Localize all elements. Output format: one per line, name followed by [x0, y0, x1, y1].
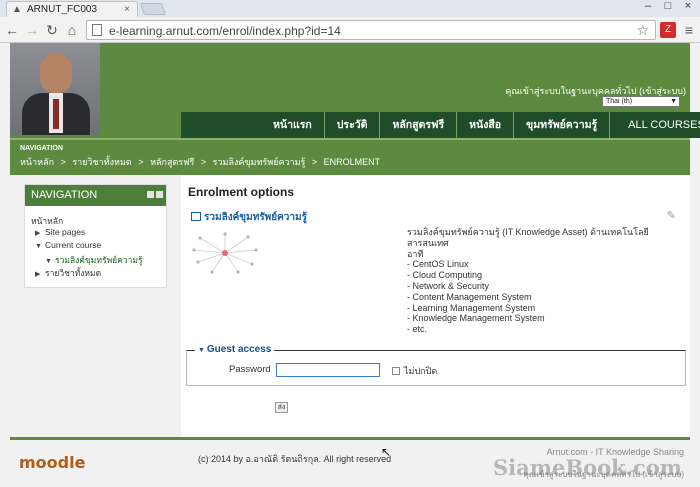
nav-item-site-pages[interactable]: ▶ Site pages: [31, 227, 166, 240]
menu-item-all-courses[interactable]: ALL COURSES: [610, 112, 700, 138]
course-summary: รวมลิงค์ขุมทรัพย์ความรู้ (IT Knowledge A…: [407, 227, 657, 335]
site-header: คุณเข้าสู่ระบบในฐานะบุคคลทั่วไป (เข้าสู่…: [10, 43, 700, 138]
browser-tab[interactable]: ▲ ARNUT_FC003 ×: [6, 1, 138, 17]
nav-item-course[interactable]: ▼ รวมลิงค์ขุมทรัพย์ความรู้: [31, 253, 166, 266]
nav-item-label: Site pages: [45, 227, 86, 237]
url-text[interactable]: e-learning.arnut.com/enrol/index.php?id=…: [109, 24, 341, 38]
breadcrumb-free-courses[interactable]: หลักสูตรฟรี: [150, 157, 194, 167]
collapse-icon: ▼: [198, 347, 207, 354]
new-tab-button[interactable]: [139, 3, 167, 15]
summary-line: - Content Management System: [407, 291, 532, 302]
password-label: Password: [229, 364, 271, 375]
language-value: Thai (th): [606, 98, 633, 105]
breadcrumb-current: ENROLMENT: [323, 157, 381, 167]
navigation-tree: หน้าหลัก ▶ Site pages ▼ Current course ▼ รว…: [25, 206, 166, 279]
watermark: SiameBook.com: [493, 455, 682, 480]
navbar: NAVIGATION หน้าหลัก > รายวิชาทั้งหมด > ห…: [10, 138, 690, 175]
menu-item-home[interactable]: หน้าแรก: [181, 112, 325, 138]
back-arrow-icon[interactable]: ←: [4, 22, 20, 38]
course-link[interactable]: รวมลิงค์ขุมทรัพย์ความรู้: [191, 210, 307, 225]
nav-item-label: รวมลิงค์ขุมทรัพย์ความรู้: [55, 255, 143, 265]
forward-arrow-icon[interactable]: →: [24, 22, 40, 38]
summary-line: - Knowledge Management System: [407, 313, 545, 324]
breadcrumb-course[interactable]: รวมลิงค์ขุมทรัพย์ความรู้: [213, 157, 306, 167]
nav-item-current-course[interactable]: ▼ Current course: [31, 240, 166, 253]
navigation-block-header: NAVIGATION: [25, 185, 166, 206]
reload-icon[interactable]: ↻: [44, 22, 60, 38]
expand-icon: ▶: [35, 271, 41, 278]
menu-item-books[interactable]: หนังสือ: [457, 112, 515, 138]
summary-line: อาที: [407, 248, 424, 259]
breadcrumb: หน้าหลัก > รายวิชาทั้งหมด > หลักสูตรฟรี …: [20, 155, 384, 169]
breadcrumb-separator: >: [311, 157, 318, 167]
summary-intro: รวมลิงค์ขุมทรัพย์ความรู้ (IT Knowledge A…: [407, 227, 649, 248]
breadcrumb-separator: >: [200, 157, 207, 167]
navigation-block: NAVIGATION หน้าหลัก ▶ Site pages ▼ Current…: [24, 184, 167, 288]
course-name: รวมลิงค์ขุมทรัพย์ความรู้: [204, 212, 308, 223]
browser-tabstrip: ▲ ARNUT_FC003 × – □ ×: [0, 0, 700, 17]
collapse-icon: ▼: [35, 243, 42, 250]
password-field[interactable]: [276, 363, 380, 377]
guest-access-label: Guest access: [206, 344, 272, 355]
extension-icon[interactable]: Z: [660, 22, 676, 38]
page-icon: [92, 24, 102, 36]
page-favicon-icon: ▲: [12, 3, 22, 15]
unmask-checkbox[interactable]: [392, 367, 400, 375]
collapse-icon: ▼: [45, 258, 52, 265]
collapse-block-icon[interactable]: [156, 191, 163, 198]
address-bar[interactable]: e-learning.arnut.com/enrol/index.php?id=…: [86, 20, 656, 40]
chevron-down-icon: ▼: [670, 98, 677, 105]
unmask-label: ไม่ปกปิด: [404, 366, 438, 376]
navigation-block-title: NAVIGATION: [31, 189, 98, 201]
menu-item-knowledge[interactable]: ขุมทรัพย์ความรู้: [514, 112, 611, 138]
main-menu: หน้าแรก ประวัติ หลักสูตรฟรี หนังสือ ขุมท…: [181, 112, 700, 138]
breadcrumb-separator: >: [138, 157, 144, 167]
close-window-icon[interactable]: ×: [676, 0, 700, 14]
guest-access-legend[interactable]: ▼ Guest access: [195, 344, 275, 355]
breadcrumb-all-courses[interactable]: รายวิชาทั้งหมด: [72, 157, 131, 167]
guest-access-fieldset: ▼ Guest access Password ไม่ปกปิด: [186, 344, 686, 386]
dock-icon[interactable]: [147, 191, 154, 198]
course-image: [192, 232, 258, 274]
menu-item-free-courses[interactable]: หลักสูตรฟรี: [380, 112, 458, 138]
browser-toolbar: ← → ↻ ⌂ e-learning.arnut.com/enrol/index…: [0, 17, 700, 43]
nav-item-label: รายวิชาทั้งหมด: [45, 268, 102, 278]
moodle-logo[interactable]: moodle: [19, 453, 85, 472]
page-content: NAVIGATION หน้าหลัก ▶ Site pages ▼ Current…: [10, 175, 690, 437]
site-footer: moodle (c) 2014 by อ.อาณัติ รัตนถิรกุล. …: [10, 437, 690, 487]
menu-item-history[interactable]: ประวัติ: [325, 112, 381, 138]
expand-icon: ▶: [35, 230, 41, 237]
guest-access-icon: ✎: [666, 210, 676, 222]
language-select[interactable]: Thai (th) ▼: [602, 96, 680, 107]
unmask-toggle[interactable]: ไม่ปกปิด: [392, 364, 437, 378]
nav-item-label: Current course: [45, 240, 102, 250]
tab-title: ARNUT_FC003: [27, 4, 98, 15]
summary-line: - Learning Management System: [407, 302, 536, 313]
submit-button[interactable]: ส่ง: [275, 402, 288, 413]
browser-menu-icon[interactable]: ≡: [682, 22, 696, 38]
summary-line: - CentOS Linux: [407, 259, 469, 270]
summary-line: - Network & Security: [407, 280, 490, 291]
summary-line: - etc.: [407, 324, 428, 335]
course-icon: [191, 212, 201, 221]
main-region: Enrolment options รวมลิงค์ขุมทรัพย์ความร…: [181, 175, 690, 437]
navbar-title: NAVIGATION: [20, 145, 63, 152]
home-icon[interactable]: ⌂: [64, 22, 80, 38]
bookmark-star-icon[interactable]: ☆: [636, 22, 649, 39]
close-tab-icon[interactable]: ×: [122, 4, 132, 15]
breadcrumb-home[interactable]: หน้าหลัก: [20, 157, 54, 167]
summary-line: - Cloud Computing: [407, 270, 483, 281]
header-avatar: [10, 43, 100, 135]
page-title: Enrolment options: [188, 185, 294, 199]
nav-item-all-courses[interactable]: ▶ รายวิชาทั้งหมด: [31, 266, 166, 279]
breadcrumb-separator: >: [60, 157, 66, 167]
copyright-text: (c) 2014 by อ.อาณัติ รัตนถิรกุล. All rig…: [198, 454, 392, 464]
nav-item-home[interactable]: หน้าหลัก: [31, 214, 166, 227]
mouse-cursor-icon: ↖: [381, 445, 392, 459]
